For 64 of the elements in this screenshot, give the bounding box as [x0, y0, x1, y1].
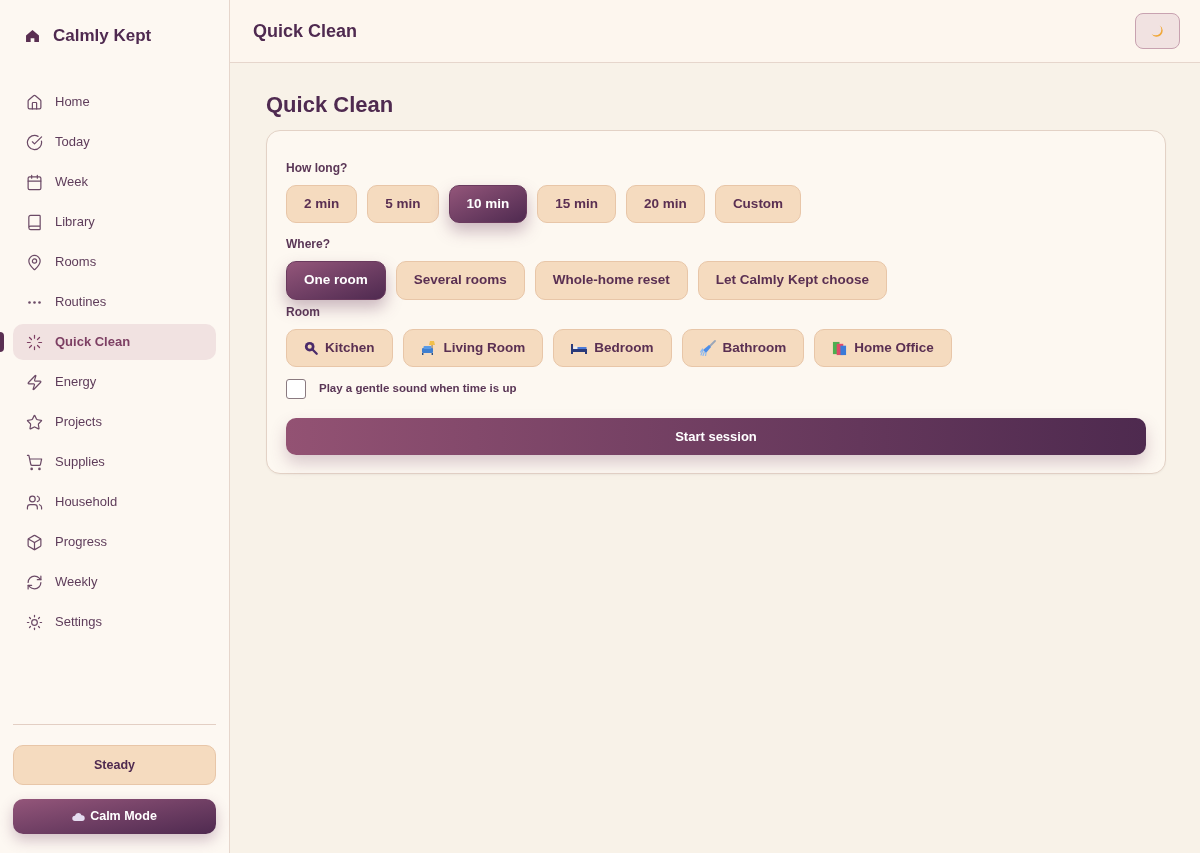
section-label: Room	[286, 304, 320, 320]
option-chip[interactable]: Living Room	[402, 329, 544, 367]
dots-icon	[28, 300, 41, 304]
moon-icon	[1151, 24, 1164, 38]
nav-item[interactable]: Routines	[13, 284, 216, 320]
nav-item[interactable]: Supplies	[13, 444, 216, 480]
books-icon	[832, 340, 848, 356]
nav-item[interactable]: Library	[13, 204, 216, 240]
nav-item[interactable]: Today	[13, 124, 216, 160]
spinner-icon	[26, 333, 43, 351]
option-chip[interactable]: Whole-home reset	[534, 261, 688, 300]
book-icon	[26, 213, 43, 231]
option-chip[interactable]: 2 min	[286, 185, 358, 223]
nav-item[interactable]: Progress	[13, 524, 216, 560]
option-chip[interactable]: Let Calmly Kept choose	[697, 261, 887, 300]
couch-lamp-icon	[420, 340, 437, 356]
brush-icon	[699, 340, 716, 356]
section-label: How long?	[286, 160, 348, 176]
calm-mode-button[interactable]: Calm Mode	[13, 799, 216, 834]
option-chip[interactable]: Several rooms	[395, 261, 525, 300]
cart-icon	[26, 453, 43, 471]
start-session-button[interactable]: Start session	[286, 418, 1146, 455]
bed-icon	[571, 342, 588, 354]
nav-item[interactable]: Home	[13, 84, 216, 120]
option-chip[interactable]: 5 min	[367, 185, 439, 223]
selection-marker	[0, 332, 4, 352]
option-chip[interactable]: 20 min	[626, 185, 705, 223]
page-heading: Quick Clean	[266, 91, 394, 119]
lightning-icon	[26, 373, 43, 391]
nav-item[interactable]: Weekly	[13, 564, 216, 600]
option-chip[interactable]: 10 min	[448, 185, 528, 223]
option-chip[interactable]: Bathroom	[681, 329, 805, 367]
nav-item[interactable]: Projects	[13, 404, 216, 440]
theme-toggle-button[interactable]	[1135, 13, 1180, 49]
option-chip[interactable]: Home Office	[814, 329, 952, 367]
section-label: Where?	[286, 236, 330, 252]
page-title: Quick Clean	[253, 19, 358, 43]
cube-icon	[26, 533, 43, 551]
checkbox[interactable]	[286, 379, 306, 399]
star-icon	[26, 413, 43, 431]
option-chip[interactable]: Custom	[714, 185, 802, 223]
people-icon	[26, 493, 43, 511]
option-chip[interactable]: 15 min	[537, 185, 617, 223]
map-pin-icon	[26, 253, 43, 271]
house-icon	[26, 30, 39, 42]
option-chip[interactable]: Kitchen	[286, 329, 393, 367]
checkbox-label: Play a gentle sound when time is up	[319, 381, 517, 397]
cloud-icon	[72, 812, 86, 821]
house-icon	[26, 93, 43, 111]
app-name: Calmly Kept	[53, 25, 152, 48]
nav-item[interactable]: Rooms	[13, 244, 216, 280]
nav-item[interactable]: Week	[13, 164, 216, 200]
nav-item[interactable]: Quick Clean	[13, 324, 216, 360]
option-chip[interactable]: One room	[286, 261, 386, 300]
calendar-icon	[26, 173, 43, 191]
refresh-icon	[26, 573, 43, 591]
nav-item[interactable]: Energy	[13, 364, 216, 400]
check-circle-icon	[26, 133, 43, 151]
nav-item[interactable]: Household	[13, 484, 216, 520]
sun-icon	[26, 613, 43, 631]
nav-item[interactable]: Settings	[13, 604, 216, 640]
option-chip[interactable]: Bedroom	[553, 329, 672, 367]
magnifying-glass-icon	[304, 341, 318, 355]
steady-button[interactable]: Steady	[13, 745, 216, 785]
